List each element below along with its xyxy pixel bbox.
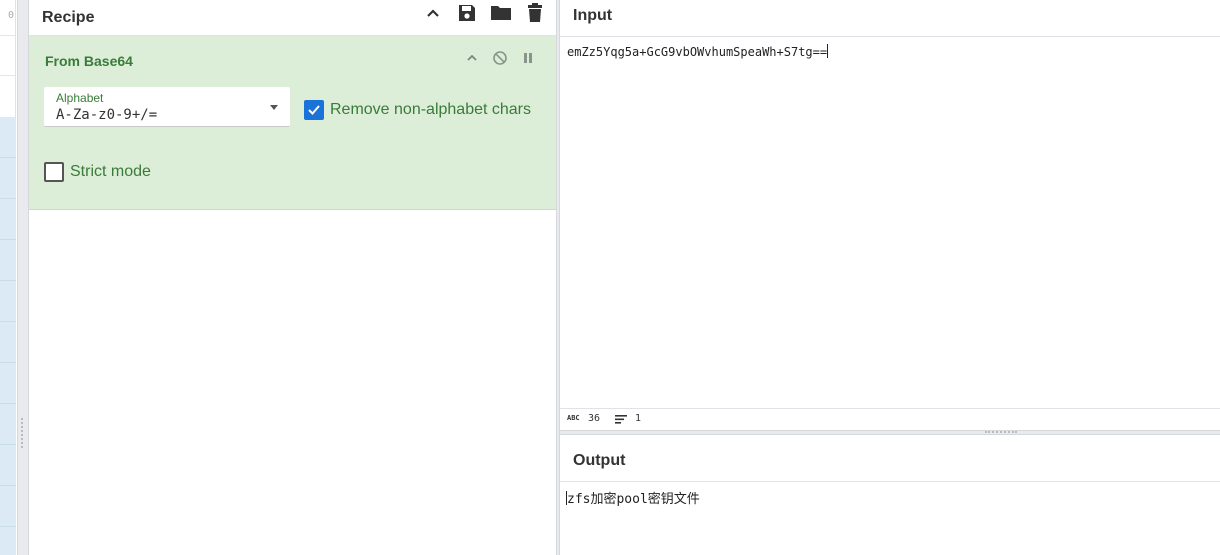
input-title: Input [573,7,613,24]
output-panel: Output zfs加密pool密钥文件 [560,435,1220,555]
input-value: emZz5Yqg5a+GcG9vbOWvhumSpeaWh+S7tg== [567,45,828,59]
text-cursor [827,44,829,58]
operation-list-item[interactable] [0,486,16,527]
cyberchef-window: 0 Recipe From Base64 Alphabet A-Za-z0-9+… [0,0,1220,555]
length-abc-icon: ABC [567,414,580,422]
recipe-title: Recipe [42,8,95,26]
operation-list-item[interactable] [0,445,16,486]
input-status-bar: ABC 36 1 [560,408,1220,430]
output-header: Output [560,435,1220,482]
operations-list-strip: 0 [0,0,16,555]
input-textarea[interactable]: emZz5Yqg5a+GcG9vbOWvhumSpeaWh+S7tg== [567,44,829,59]
output-title: Output [573,452,626,469]
resize-grip [21,418,25,448]
operation-controls [464,50,536,66]
operations-search-fragment[interactable]: 0 [0,0,16,36]
operation-list-item[interactable] [0,404,16,445]
recipe-toolbar [422,2,546,24]
operation-list-item[interactable] [0,158,16,199]
operation-from-base64: From Base64 Alphabet A-Za-z0-9+/= Remove… [29,36,556,210]
input-header: Input [560,0,1220,37]
output-value: zfs加密pool密钥文件 [567,492,700,507]
alphabet-select[interactable]: Alphabet A-Za-z0-9+/= [44,87,290,127]
operation-list-item[interactable] [0,117,16,158]
output-textarea[interactable]: zfs加密pool密钥文件 [566,488,700,507]
lines-icon [615,414,627,427]
operation-list-item[interactable] [0,199,16,240]
alphabet-value: A-Za-z0-9+/= [56,107,158,123]
recipe-header: Recipe [29,0,556,36]
operation-list-item[interactable] [0,363,16,404]
alphabet-label: Alphabet [56,91,104,105]
chevron-up-icon[interactable] [422,2,444,24]
dropdown-caret-icon [270,105,278,110]
operations-category-row[interactable] [0,36,16,76]
operation-list-item[interactable] [0,281,16,322]
strict-mode-label[interactable]: Strict mode [70,163,151,181]
trash-icon[interactable] [524,2,546,24]
input-length: 36 [588,413,601,424]
pause-icon[interactable] [520,50,536,66]
operation-list-item[interactable] [0,240,16,281]
input-line-count: 1 [635,413,642,424]
strict-mode-checkbox[interactable] [44,162,64,182]
chevron-up-icon[interactable] [464,50,480,66]
operation-list-item[interactable] [0,322,16,363]
checkmark-icon [308,105,320,115]
folder-icon[interactable] [490,2,512,24]
remove-non-alphabet-checkbox[interactable] [304,100,324,120]
resize-grip [985,431,1017,433]
remove-non-alphabet-label[interactable]: Remove non-alphabet chars [330,101,531,119]
disable-icon[interactable] [492,50,508,66]
recipe-panel: Recipe From Base64 Alphabet A-Za-z0-9+/=… [29,0,556,555]
operation-list-item[interactable] [0,527,16,555]
input-panel: Input emZz5Yqg5a+GcG9vbOWvhumSpeaWh+S7tg… [560,0,1220,430]
save-icon[interactable] [456,2,478,24]
panel-resize-handle-left[interactable] [17,0,29,555]
operation-title[interactable]: From Base64 [45,53,133,69]
